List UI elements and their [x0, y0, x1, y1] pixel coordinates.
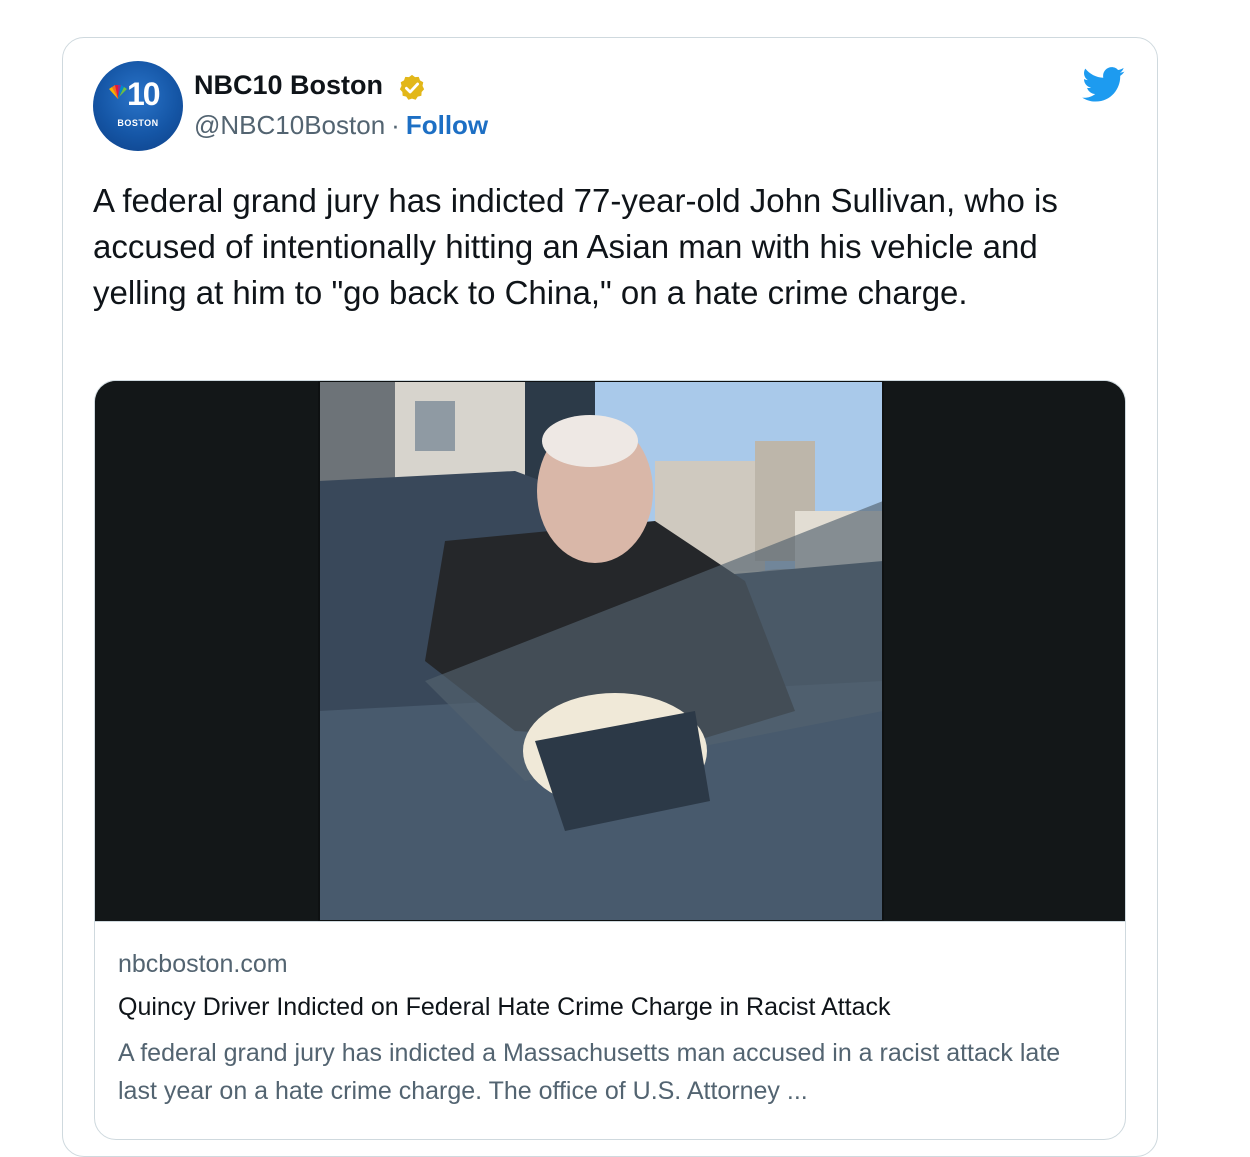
- link-card-description: A federal grand jury has indicted a Mass…: [118, 1039, 1061, 1105]
- avatar-city-label: BOSTON: [117, 118, 159, 128]
- author-display-name[interactable]: NBC10 Boston: [194, 70, 383, 101]
- avatar[interactable]: 10 BOSTON: [93, 61, 183, 151]
- video-still-illustration: [95, 381, 1125, 921]
- tweet-text: A federal grand jury has indicted 77-yea…: [93, 182, 1058, 311]
- article-thumbnail-image[interactable]: [95, 381, 1125, 921]
- link-card-meta[interactable]: nbcboston.com Quincy Driver Indicted on …: [95, 921, 1125, 1105]
- author-handle[interactable]: @NBC10Boston: [194, 110, 385, 140]
- follow-button[interactable]: Follow: [406, 110, 488, 140]
- twitter-bird-icon[interactable]: [1082, 67, 1126, 103]
- handle-separator: ·: [391, 110, 400, 140]
- avatar-channel-number: 10: [127, 76, 161, 112]
- link-card-title[interactable]: Quincy Driver Indicted on Federal Hate C…: [118, 993, 891, 1022]
- link-card-domain: nbcboston.com: [118, 950, 288, 978]
- peacock-logo-icon: [109, 85, 127, 99]
- author-handle-row: @NBC10Boston · Follow: [194, 110, 488, 141]
- verified-badge-icon: [399, 74, 425, 100]
- link-preview-card[interactable]: nbcboston.com Quincy Driver Indicted on …: [94, 380, 1126, 1140]
